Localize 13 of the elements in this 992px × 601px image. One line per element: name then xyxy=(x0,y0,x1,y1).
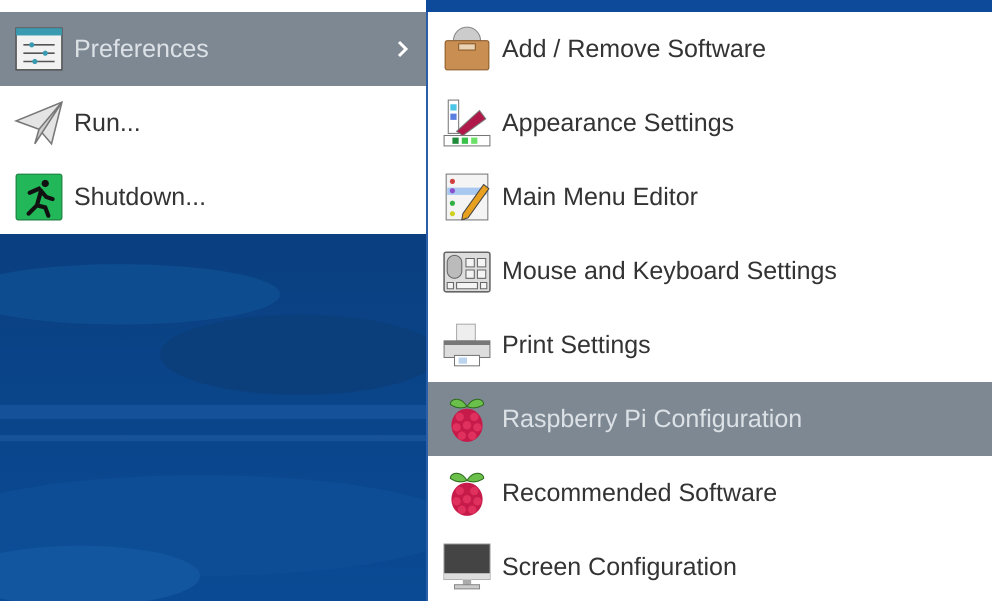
menu-item[interactable]: Recommended Software xyxy=(428,456,992,530)
running-person-icon xyxy=(14,172,64,222)
menu-item[interactable]: Screen Configuration xyxy=(428,530,992,601)
menu-item[interactable]: Mouse and Keyboard Settings xyxy=(428,234,992,308)
menu-item[interactable]: Appearance Settings xyxy=(428,86,992,160)
menu-item[interactable]: Run... xyxy=(0,86,426,160)
menu-item[interactable]: Print Settings xyxy=(428,308,992,382)
menu-item[interactable]: Shutdown... xyxy=(0,160,426,234)
menu-item[interactable]: Add / Remove Software xyxy=(428,12,992,86)
monitor-icon xyxy=(442,542,492,592)
paper-plane-icon xyxy=(14,98,64,148)
menu-item[interactable]: Main Menu Editor xyxy=(428,160,992,234)
color-swatch-icon xyxy=(442,98,492,148)
